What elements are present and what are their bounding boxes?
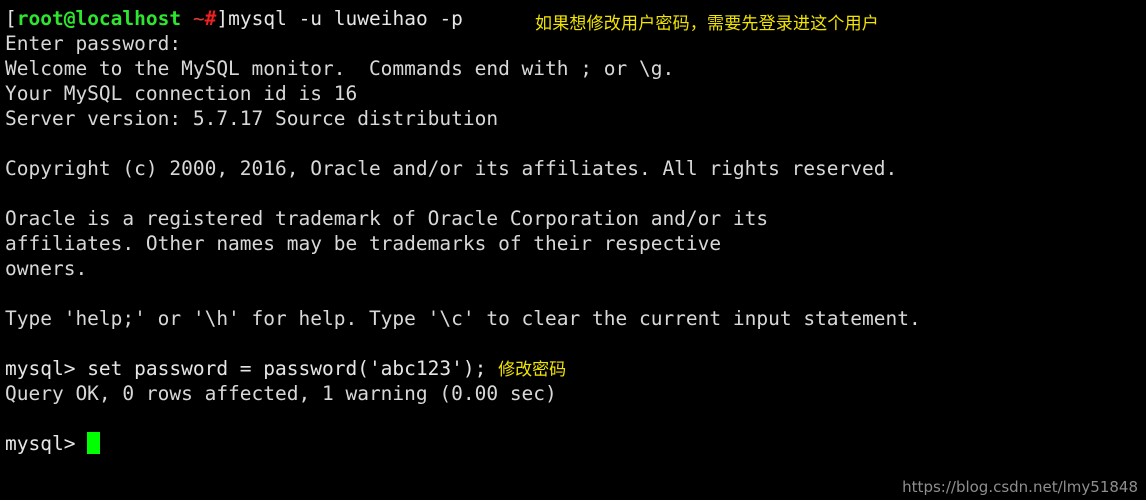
- mysql-prompt-label: mysql>: [5, 357, 88, 380]
- query-ok-line: Query OK, 0 rows affected, 1 warning (0.…: [5, 382, 557, 405]
- prompt-tilde: ~: [192, 7, 205, 30]
- shell-command: mysql -u luweihao -p: [228, 7, 463, 30]
- copyright-line: Copyright (c) 2000, 2016, Oracle and/or …: [5, 157, 898, 180]
- trademark-line-2: affiliates. Other names may be trademark…: [5, 232, 722, 255]
- mysql-set-password-command: set password = password('abc123');: [87, 357, 499, 380]
- prompt-bracket-close: ]: [216, 7, 229, 30]
- top-annotation-note: 如果想修改用户密码，需要先登录进这个用户: [535, 14, 879, 34]
- terminal-window[interactable]: [root@localhost ~#]mysql -u luweihao -p …: [0, 0, 1146, 500]
- enter-password-line: Enter password:: [5, 32, 182, 55]
- prompt-user-host: root@localhost: [16, 7, 182, 30]
- inline-annotation-note: 修改密码: [498, 360, 567, 380]
- mysql-command-line: mysql> set password = password('abc123')…: [5, 356, 1141, 381]
- welcome-line: Welcome to the MySQL monitor. Commands e…: [5, 57, 675, 80]
- help-hint-line: Type 'help;' or '\h' for help. Type '\c'…: [5, 307, 921, 330]
- final-prompt-line[interactable]: mysql>: [5, 431, 1141, 456]
- watermark-url: https://blog.csdn.net/lmy51848: [902, 478, 1138, 496]
- trademark-line-3: owners.: [5, 257, 88, 280]
- trademark-line-1: Oracle is a registered trademark of Orac…: [5, 207, 769, 230]
- terminal-output: [root@localhost ~#]mysql -u luweihao -p …: [5, 6, 1141, 456]
- final-mysql-prompt-label: mysql>: [5, 432, 88, 455]
- text-cursor[interactable]: [87, 432, 101, 454]
- prompt-bracket-open: [: [5, 7, 17, 30]
- connection-id-line: Your MySQL connection id is 16: [5, 82, 358, 105]
- prompt-hash: #: [204, 7, 217, 30]
- server-version-line: Server version: 5.7.17 Source distributi…: [5, 107, 499, 130]
